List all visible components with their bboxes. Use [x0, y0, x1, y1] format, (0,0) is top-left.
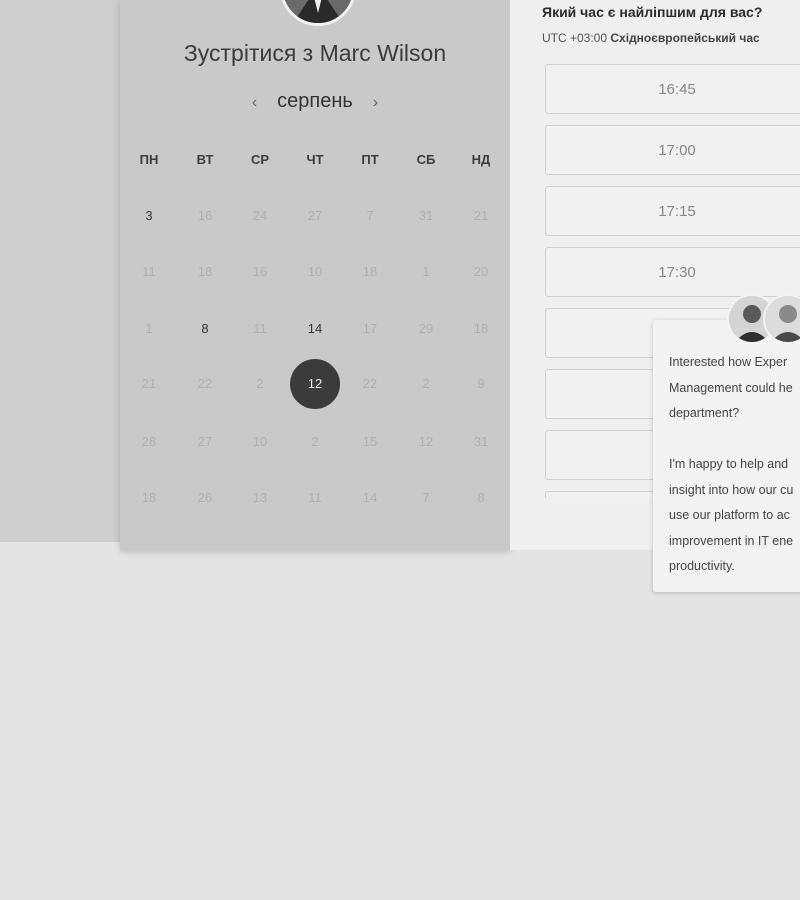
calendar-day: 26: [197, 490, 213, 505]
calendar-day: 18: [362, 264, 378, 279]
calendar-day: 14: [362, 490, 378, 505]
calendar-day: 8: [477, 490, 485, 505]
calendar-day: 1: [422, 264, 430, 279]
calendar-day: 22: [362, 376, 378, 391]
chat-popup[interactable]: Interested how Exper Management could he…: [653, 294, 800, 592]
calendar-panel: Зустрітися з Marc Wilson ‹ серпень › ПН В…: [120, 0, 510, 550]
chevron-right-icon[interactable]: ›: [364, 94, 386, 112]
calendar-day: 11: [142, 264, 156, 279]
calendar-day: 27: [197, 434, 213, 449]
calendar-day: 24: [252, 208, 268, 223]
calendar-day: 11: [308, 490, 322, 505]
month-navigator: ‹ серпень ›: [120, 90, 510, 118]
calendar-day: 16: [252, 264, 268, 279]
timezone-offset: UTC +03:00: [542, 31, 608, 45]
calendar-day: 17: [362, 321, 378, 336]
calendar-day: 28: [141, 434, 157, 449]
weekday-label: НД: [471, 152, 491, 167]
calendar-day: 21: [473, 208, 489, 223]
calendar-day: 13: [252, 490, 268, 505]
weekday-label: ПТ: [361, 152, 379, 167]
calendar-day: 12: [418, 434, 434, 449]
calendar-day[interactable]: 14: [297, 311, 333, 347]
calendar-day: 15: [362, 434, 378, 449]
weekday-label: ЧТ: [306, 152, 324, 167]
host-avatar: [280, 0, 356, 26]
time-slot-button[interactable]: 17:00: [545, 125, 800, 175]
calendar-day: 18: [141, 490, 157, 505]
calendar-day: 2: [311, 434, 319, 449]
calendar-day: 21: [141, 376, 157, 391]
calendar-day: 18: [197, 264, 213, 279]
calendar-day[interactable]: 8: [187, 311, 223, 347]
calendar-day: 20: [473, 264, 489, 279]
meeting-title: Зустрітися з Marc Wilson: [183, 40, 447, 66]
weekday-label: ВТ: [196, 152, 214, 167]
calendar-day: 16: [197, 208, 213, 223]
calendar-day: 7: [366, 208, 374, 223]
weekday-label: СР: [250, 152, 270, 167]
calendar-day: 9: [477, 376, 485, 391]
calendar-day: 11: [253, 321, 267, 336]
selected-day[interactable]: 12: [290, 359, 340, 409]
timezone-name: Східноєвропейський час: [610, 31, 760, 45]
left-backdrop: [0, 0, 120, 542]
calendar-day: 22: [197, 376, 213, 391]
time-slot-button[interactable]: 16:45: [545, 64, 800, 114]
time-question: Який час є найліпшим для вас?: [542, 4, 763, 20]
calendar-day: 2: [256, 376, 264, 391]
calendar-day: 29: [418, 321, 434, 336]
chevron-left-icon[interactable]: ‹: [244, 94, 266, 112]
calendar-day: 7: [422, 490, 430, 505]
weekday-label: ПН: [139, 152, 159, 167]
timezone-label[interactable]: UTC +03:00 Східноєвропейський час: [542, 31, 760, 45]
calendar-day: 27: [307, 208, 323, 223]
calendar-day: 31: [418, 208, 434, 223]
chat-message: Interested how Exper Management could he…: [669, 355, 794, 573]
weekday-label: СБ: [416, 152, 436, 167]
calendar-day: 18: [473, 321, 489, 336]
month-label: серпень: [277, 90, 353, 112]
time-slot-button[interactable]: 17:15: [545, 186, 800, 236]
calendar-day: 10: [252, 434, 268, 449]
calendar-day: 31: [473, 434, 489, 449]
calendar-day: 10: [307, 264, 323, 279]
time-slot-button[interactable]: 17:30: [545, 247, 800, 297]
calendar-day: 1: [145, 321, 153, 336]
calendar-day[interactable]: 3: [131, 198, 167, 234]
calendar-day: 2: [422, 376, 430, 391]
